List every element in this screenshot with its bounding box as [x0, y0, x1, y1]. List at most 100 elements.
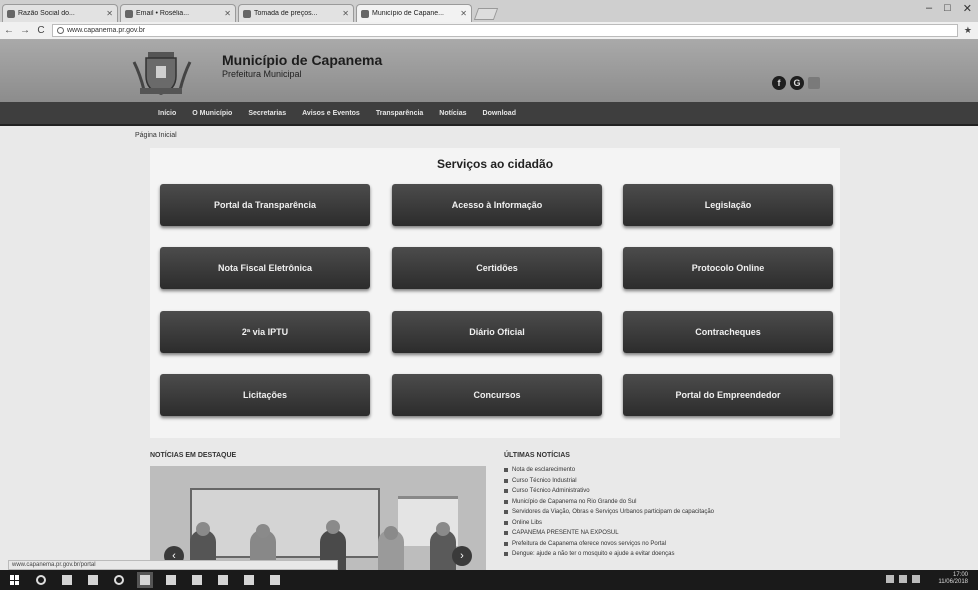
tab-close-icon[interactable]: ✕ [224, 9, 231, 18]
services-panel: Serviços ao cidadão Portal da Transparên… [150, 148, 840, 438]
service-button-concursos[interactable]: Concursos [392, 374, 602, 416]
list-item[interactable]: Curso Técnico Industrial [504, 476, 804, 487]
featured-news-photo[interactable]: ‹ › [150, 466, 486, 570]
service-button-transparencia[interactable]: Portal da Transparência [160, 184, 370, 226]
nav-item-transparencia[interactable]: Transparência [376, 110, 423, 117]
clock-time: 17:00 [952, 572, 968, 578]
close-window-button[interactable]: ✕ [963, 2, 972, 15]
municipal-crest-icon[interactable] [132, 48, 192, 96]
search-icon[interactable] [36, 575, 46, 585]
browser-toolbar: ← → C www.capanema.pr.gov.br ★ [0, 22, 978, 40]
list-item[interactable]: Servidores da Viação, Obras e Serviços U… [504, 507, 804, 518]
site-info-icon[interactable] [57, 27, 64, 34]
service-button-iptu[interactable]: 2ª via IPTU [160, 311, 370, 353]
back-arrow-icon[interactable]: ← [4, 25, 14, 36]
app-icon[interactable] [218, 575, 228, 585]
photo-person-head [326, 520, 340, 534]
app-icon[interactable] [166, 575, 176, 585]
service-button-diario-oficial[interactable]: Diário Oficial [392, 311, 602, 353]
forward-arrow-icon[interactable]: → [20, 25, 30, 36]
photo-person-head [436, 522, 450, 536]
google-plus-icon[interactable]: G [790, 76, 804, 90]
list-item[interactable]: Município de Capanema no Rio Grande do S… [504, 497, 804, 508]
site-title[interactable]: Município de Capanema [222, 52, 382, 68]
browser-status-bar: www.capanema.pr.gov.br/portal [8, 560, 338, 570]
service-button-certidoes[interactable]: Certidões [392, 247, 602, 289]
service-button-acesso-informacao[interactable]: Acesso à Informação [392, 184, 602, 226]
youtube-icon[interactable] [808, 77, 820, 89]
minimize-button[interactable]: – [926, 2, 932, 15]
nav-item-secretarias[interactable]: Secretarias [248, 110, 286, 117]
maximize-button[interactable]: □ [944, 2, 951, 15]
nav-item-municipio[interactable]: O Município [192, 110, 232, 117]
task-view-icon[interactable] [62, 575, 72, 585]
app-icon[interactable] [244, 575, 254, 585]
bullet-icon [504, 489, 508, 494]
address-bar[interactable]: www.capanema.pr.gov.br [52, 24, 958, 37]
list-item[interactable]: Prefeitura de Capanema oferece novos ser… [504, 539, 804, 550]
tab-favicon-icon [125, 9, 133, 18]
photo-whiteboard [190, 488, 380, 558]
chrome-icon[interactable] [114, 575, 124, 585]
photo-person-head [384, 526, 398, 540]
photo-person-head [196, 522, 210, 536]
bookmark-star-icon[interactable]: ★ [964, 25, 972, 36]
bullet-icon [504, 520, 508, 525]
nav-item-download[interactable]: Download [483, 110, 516, 117]
tab-close-icon[interactable]: ✕ [460, 9, 467, 18]
tab-close-icon[interactable]: ✕ [342, 9, 349, 18]
clock[interactable]: 17:00 11/06/2018 [938, 572, 968, 586]
volume-icon[interactable] [899, 575, 907, 583]
service-button-nota-fiscal[interactable]: Nota Fiscal Eletrônica [160, 247, 370, 289]
bullet-icon [504, 531, 508, 536]
web-page: Município de Capanema Prefeitura Municip… [0, 40, 978, 570]
reload-icon[interactable]: C [36, 25, 46, 36]
list-item[interactable]: Nota de esclarecimento [504, 465, 804, 476]
list-item[interactable]: Curso Técnico Administrativo [504, 486, 804, 497]
app-icon[interactable] [192, 575, 202, 585]
browser-tab[interactable]: Email • Rosélia... ✕ [120, 4, 236, 22]
facebook-icon[interactable]: f [772, 76, 786, 90]
list-item[interactable]: Dengue: ajude a não ter o mosquito e aju… [504, 549, 804, 560]
service-button-legislacao[interactable]: Legislação [623, 184, 833, 226]
photo-person [430, 530, 456, 570]
browser-tabstrip: Razão Social do... ✕ Email • Rosélia... ✕ … [0, 0, 978, 22]
social-links: f G [772, 76, 820, 90]
list-item[interactable]: Online Libs [504, 518, 804, 529]
tab-favicon-icon [243, 9, 251, 18]
service-button-contracheques[interactable]: Contracheques [623, 311, 833, 353]
service-button-protocolo[interactable]: Protocolo Online [623, 247, 833, 289]
list-item[interactable]: CAPANEMA PRESENTE NA EXPOSUL [504, 528, 804, 539]
carousel-next-icon[interactable]: › [452, 546, 472, 566]
bullet-icon [504, 541, 508, 546]
nav-item-avisos[interactable]: Avisos e Eventos [302, 110, 360, 117]
main-navigation: Início O Município Secretarias Avisos e … [0, 102, 978, 126]
notification-icon[interactable] [912, 575, 920, 583]
app-icon[interactable] [270, 575, 280, 585]
bullet-icon [504, 499, 508, 504]
browser-tab[interactable]: Tomada de preços... ✕ [238, 4, 354, 22]
site-header: Município de Capanema Prefeitura Municip… [0, 40, 978, 102]
new-tab-button[interactable] [473, 8, 499, 20]
network-icon[interactable] [886, 575, 894, 583]
browser-tab[interactable]: Razão Social do... ✕ [2, 4, 118, 22]
service-button-empreendedor[interactable]: Portal do Empreendedor [623, 374, 833, 416]
latest-news-list: Nota de esclarecimento Curso Técnico Ind… [504, 465, 804, 560]
browser-tab-active[interactable]: Município de Capane... ✕ [356, 4, 472, 22]
file-explorer-icon[interactable] [88, 575, 98, 585]
service-button-licitacoes[interactable]: Licitações [160, 374, 370, 416]
windows-start-icon[interactable] [10, 575, 20, 585]
window-controls: – □ ✕ [926, 2, 972, 15]
taskbar: 17:00 11/06/2018 [0, 570, 978, 590]
photo-person-head [256, 524, 270, 538]
tab-favicon-icon [361, 9, 369, 18]
system-tray [886, 575, 920, 583]
bullet-icon [504, 510, 508, 515]
nav-item-noticias[interactable]: Notícias [439, 110, 466, 117]
bullet-icon [504, 478, 508, 483]
nav-item-inicio[interactable]: Início [158, 110, 176, 117]
tab-close-icon[interactable]: ✕ [106, 9, 113, 18]
app-icon-active[interactable] [137, 572, 153, 588]
breadcrumb[interactable]: Página Inicial [135, 132, 177, 139]
latest-news-heading: ÚLTIMAS NOTÍCIAS [504, 452, 570, 459]
